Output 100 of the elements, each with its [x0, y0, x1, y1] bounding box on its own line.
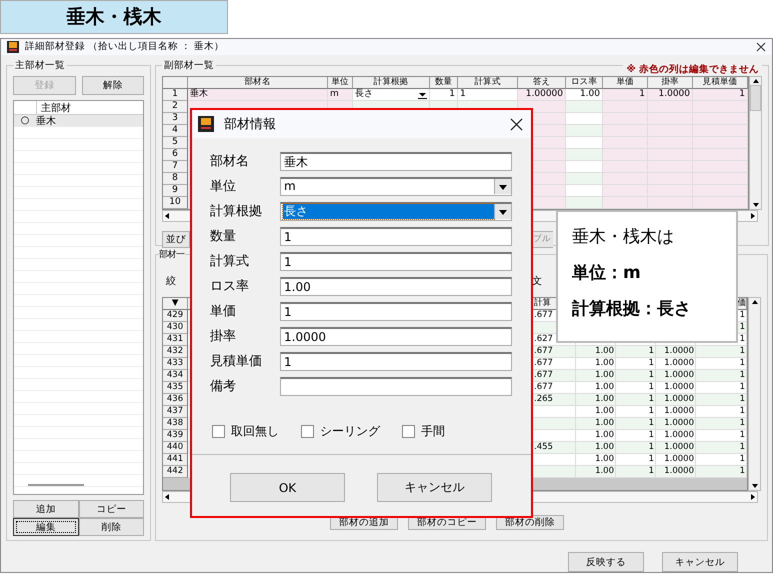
row-number: 435	[163, 382, 188, 394]
input-field[interactable]: 1	[280, 352, 512, 370]
table-cell: m	[328, 88, 353, 101]
row-number: 432	[163, 346, 188, 358]
scroll-thumb[interactable]	[750, 84, 761, 111]
table-cell: 1.0000	[648, 88, 693, 101]
table-cell: 1	[693, 88, 748, 101]
table-cell: 1.00000	[518, 88, 566, 101]
row-number: 439	[163, 430, 188, 442]
list-button[interactable]: コピー	[78, 500, 144, 518]
column-header: 見積単価	[693, 76, 748, 89]
row-number: 10	[163, 196, 188, 209]
left-arrow-icon[interactable]	[163, 212, 171, 220]
list-button[interactable]: 削除	[78, 518, 144, 536]
table-cell: 1.00	[576, 394, 616, 406]
row-number: 3	[163, 112, 188, 125]
list-button[interactable]: 編集	[13, 518, 78, 536]
table-cell: 1	[696, 442, 747, 454]
dropdown-cell[interactable]: 長さ	[353, 88, 430, 101]
input-field[interactable]: 1	[280, 252, 512, 270]
table-cell: 1.0000	[656, 358, 696, 370]
table-cell: 1.00	[566, 88, 603, 101]
dropdown-field[interactable]: m	[280, 176, 512, 196]
field-label: 単位	[210, 178, 237, 195]
field-label: 部材名	[210, 153, 250, 170]
dialog-button[interactable]: キャンセル	[377, 473, 492, 502]
table-cell: 1.00	[576, 346, 616, 358]
close-icon[interactable]	[756, 42, 766, 52]
checkbox[interactable]	[301, 425, 314, 438]
table-cell: 1	[616, 358, 656, 370]
sort-marker[interactable]: ▼	[163, 298, 188, 310]
table-cell: 1.00	[576, 418, 616, 430]
input-field[interactable]: 1.00	[280, 276, 512, 296]
list-button[interactable]: 解除	[82, 76, 144, 95]
column-header: ロス率	[566, 76, 603, 89]
input-field[interactable]: 垂木	[280, 152, 512, 170]
row-number: 1	[163, 88, 188, 101]
table-cell: 1.00	[576, 358, 616, 370]
row-number: 438	[163, 418, 188, 430]
title-banner: 垂木・桟木	[0, 0, 228, 34]
row-number: 437	[163, 406, 188, 418]
left-arrow-icon[interactable]	[163, 492, 171, 501]
row-number: 434	[163, 370, 188, 382]
column-header: 掛率	[648, 76, 693, 89]
table-cell: 1	[696, 430, 747, 442]
checkbox[interactable]	[402, 425, 415, 438]
callout-text: 垂木・桟木は	[572, 226, 675, 248]
action-button[interactable]: 反映する	[568, 552, 644, 572]
field-label: 数量	[210, 228, 237, 245]
table-cell: 1	[616, 466, 656, 478]
action-button[interactable]: キャンセル	[662, 552, 738, 572]
field-label: 見積単価	[210, 353, 263, 370]
down-arrow-icon[interactable]	[750, 482, 758, 490]
table-cell: 1.0000	[656, 394, 696, 406]
table-cell: 1	[696, 370, 747, 382]
filter-label: 絞	[166, 274, 176, 288]
right-arrow-icon[interactable]	[749, 492, 757, 501]
table-cell: 1	[616, 430, 656, 442]
row-number: 5	[163, 136, 188, 149]
input-field[interactable]: 1	[280, 226, 512, 246]
input-field[interactable]	[280, 376, 512, 396]
dialog-button[interactable]: OK	[230, 473, 345, 502]
checkbox[interactable]	[212, 425, 225, 438]
field-label: 掛率	[210, 328, 237, 345]
table-cell: 1	[603, 88, 648, 101]
input-field[interactable]: 1.0000	[280, 326, 512, 346]
list-row[interactable]: ○ 垂木	[14, 114, 143, 127]
column-header: 数量	[430, 76, 458, 89]
warning-note: ※ 赤色の列は編集できません	[623, 62, 762, 76]
list-button[interactable]: 追加	[13, 500, 78, 518]
right-arrow-icon[interactable]	[749, 212, 757, 220]
table-cell: 1.00	[576, 370, 616, 382]
row-number: 431	[163, 334, 188, 346]
input-field[interactable]: 1	[280, 302, 512, 320]
row-number: 7	[163, 160, 188, 173]
scrollbar[interactable]	[28, 484, 84, 486]
field-label: 備考	[210, 378, 237, 395]
checkbox-label: 手間	[421, 423, 445, 440]
close-icon[interactable]	[510, 118, 523, 130]
row-number: 440	[163, 442, 188, 454]
table-cell: 1	[616, 394, 656, 406]
up-arrow-icon[interactable]	[752, 76, 760, 85]
grid-button[interactable]: 並び	[162, 230, 190, 248]
table-cell: 1.00	[576, 454, 616, 466]
table-cell: 1	[696, 454, 747, 466]
table-cell: 1.0000	[656, 454, 696, 466]
app-icon	[198, 116, 214, 132]
column-header: 計算根拠	[353, 76, 430, 89]
row-number: 436	[163, 394, 188, 406]
table-cell: 1	[616, 454, 656, 466]
table-cell: 1.00	[576, 406, 616, 418]
table-cell: 垂木	[188, 88, 328, 101]
callout-text: 単位：m	[572, 262, 642, 284]
dropdown-field[interactable]: 長さ	[280, 202, 512, 220]
up-arrow-icon[interactable]	[750, 298, 758, 306]
scrollbar[interactable]	[749, 76, 762, 210]
scrollbar[interactable]	[748, 296, 761, 491]
down-arrow-icon[interactable]	[752, 200, 760, 209]
table-cell: 1.00	[576, 466, 616, 478]
column-header	[163, 76, 188, 89]
